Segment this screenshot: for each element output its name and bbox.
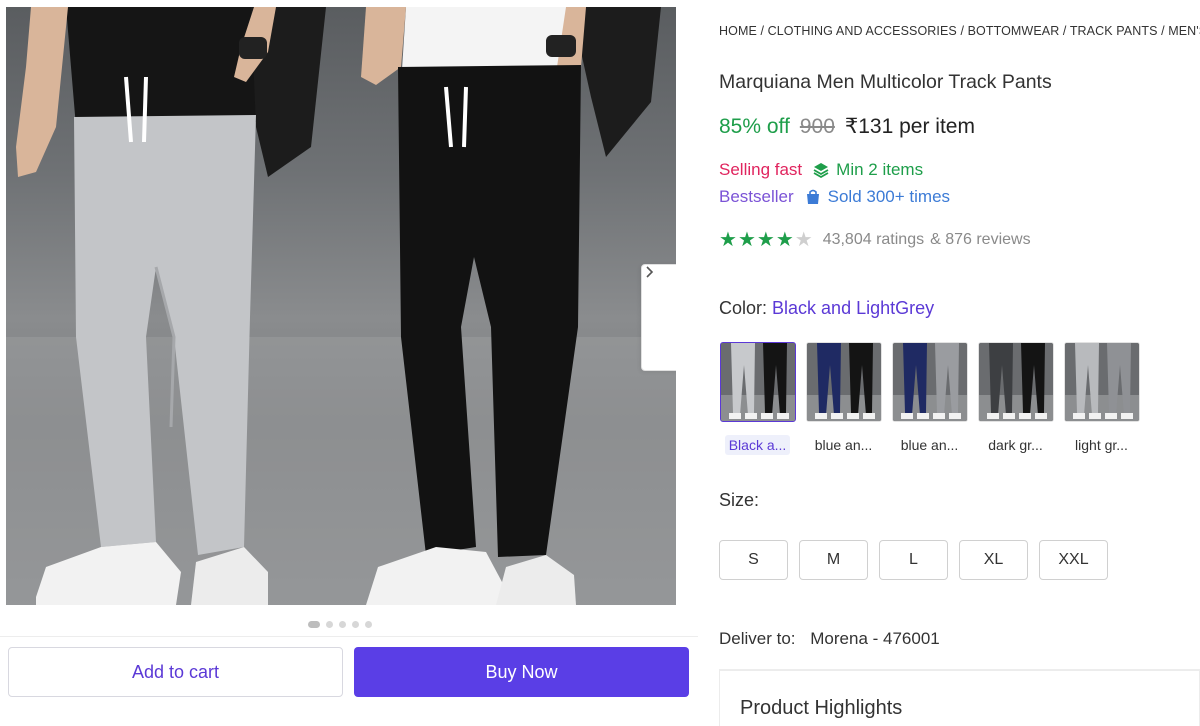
color-swatch-image — [719, 342, 796, 422]
rating-summary[interactable]: ★ ★ ★ ★ ★ 43,804 ratings & 876 reviews — [719, 230, 1031, 250]
bestseller-badge: Bestseller — [719, 187, 794, 206]
badge-row-2: Bestseller Sold 300+ times — [719, 187, 950, 207]
color-swatch-label: Black a... — [724, 435, 791, 455]
size-selector-label: Size: — [719, 490, 760, 510]
pagination-dot[interactable] — [308, 620, 320, 628]
add-to-cart-button[interactable]: Add to cart — [8, 647, 343, 697]
color-swatch-label: blue an... — [900, 437, 959, 453]
star-empty-icon: ★ — [794, 229, 813, 251]
star-filled-icon: ★ — [756, 229, 775, 251]
color-swatch-label: blue an... — [814, 437, 873, 453]
size-option-button[interactable]: M — [799, 540, 868, 580]
sold-count-badge: Sold 300+ times — [804, 187, 950, 207]
delivery-location[interactable]: Deliver to: Morena - 476001 — [719, 629, 940, 649]
selected-color-value: Black and LightGrey — [772, 298, 935, 318]
breadcrumb[interactable]: HOME / CLOTHING AND ACCESSORIES / BOTTOM… — [719, 24, 1200, 38]
color-swatch[interactable]: dark gr... — [977, 342, 1054, 455]
selling-fast-badge: Selling fast — [719, 160, 803, 179]
color-swatches: Black a... blue an... blue an... dark gr...… — [719, 342, 1140, 455]
star-filled-icon: ★ — [737, 229, 756, 251]
chevron-right-icon — [646, 266, 654, 278]
color-swatch-image — [891, 342, 968, 422]
size-options: S M L XL XXL — [719, 540, 1108, 580]
pagination-dot[interactable] — [326, 620, 333, 628]
color-swatch[interactable]: light gr... — [1063, 342, 1140, 455]
color-swatch-image — [805, 342, 882, 422]
delivery-pincode: Morena - 476001 — [810, 629, 940, 648]
pagination-dot[interactable] — [339, 620, 346, 628]
color-swatch[interactable]: Black a... — [719, 342, 796, 455]
product-highlights-title: Product Highlights — [740, 697, 903, 719]
original-price: 900 — [799, 115, 835, 138]
color-swatch-image — [1063, 342, 1140, 422]
divider — [0, 636, 698, 637]
size-option-button[interactable]: S — [719, 540, 788, 580]
star-rating: ★ ★ ★ ★ ★ — [719, 230, 813, 250]
product-highlights-section[interactable]: Product Highlights — [719, 670, 1200, 726]
pagination-dot[interactable] — [352, 620, 359, 628]
product-photo-illustration — [6, 7, 676, 605]
selling-price: ₹131 per item — [844, 115, 975, 138]
badge-row-1: Selling fast Min 2 items — [719, 160, 923, 180]
color-label-text: Color: — [719, 298, 768, 318]
deliver-to-label: Deliver to: — [719, 629, 796, 648]
image-pagination-dots — [0, 618, 680, 630]
min-items-badge: Min 2 items — [812, 160, 923, 180]
size-option-button[interactable]: L — [879, 540, 948, 580]
pagination-dot[interactable] — [365, 620, 372, 628]
discount-label: 85% off — [719, 115, 790, 138]
color-swatch-label: light gr... — [1075, 437, 1128, 453]
size-option-button[interactable]: XL — [959, 540, 1028, 580]
color-swatch-image — [977, 342, 1054, 422]
star-filled-icon: ★ — [719, 229, 737, 251]
next-image-button[interactable] — [641, 264, 676, 371]
stack-icon — [813, 163, 829, 179]
buy-now-button[interactable]: Buy Now — [354, 647, 689, 697]
sold-count-text: Sold 300+ times — [827, 187, 951, 206]
color-swatch[interactable]: blue an... — [891, 342, 968, 455]
star-filled-icon: ★ — [775, 229, 794, 251]
product-image[interactable] — [6, 7, 676, 605]
color-swatch[interactable]: blue an... — [805, 342, 882, 455]
price-row: 85% off 900 ₹131 per item — [719, 114, 975, 139]
color-selector-label: Color: Black and LightGrey — [719, 298, 934, 319]
reviews-count: & 876 reviews — [930, 231, 1031, 248]
product-title: Marquiana Men Multicolor Track Pants — [719, 71, 1052, 93]
bag-icon — [806, 189, 819, 204]
size-option-button[interactable]: XXL — [1039, 540, 1108, 580]
color-swatch-label: dark gr... — [988, 437, 1043, 453]
min-items-text: Min 2 items — [836, 160, 924, 179]
ratings-count: 43,804 ratings — [822, 231, 925, 248]
